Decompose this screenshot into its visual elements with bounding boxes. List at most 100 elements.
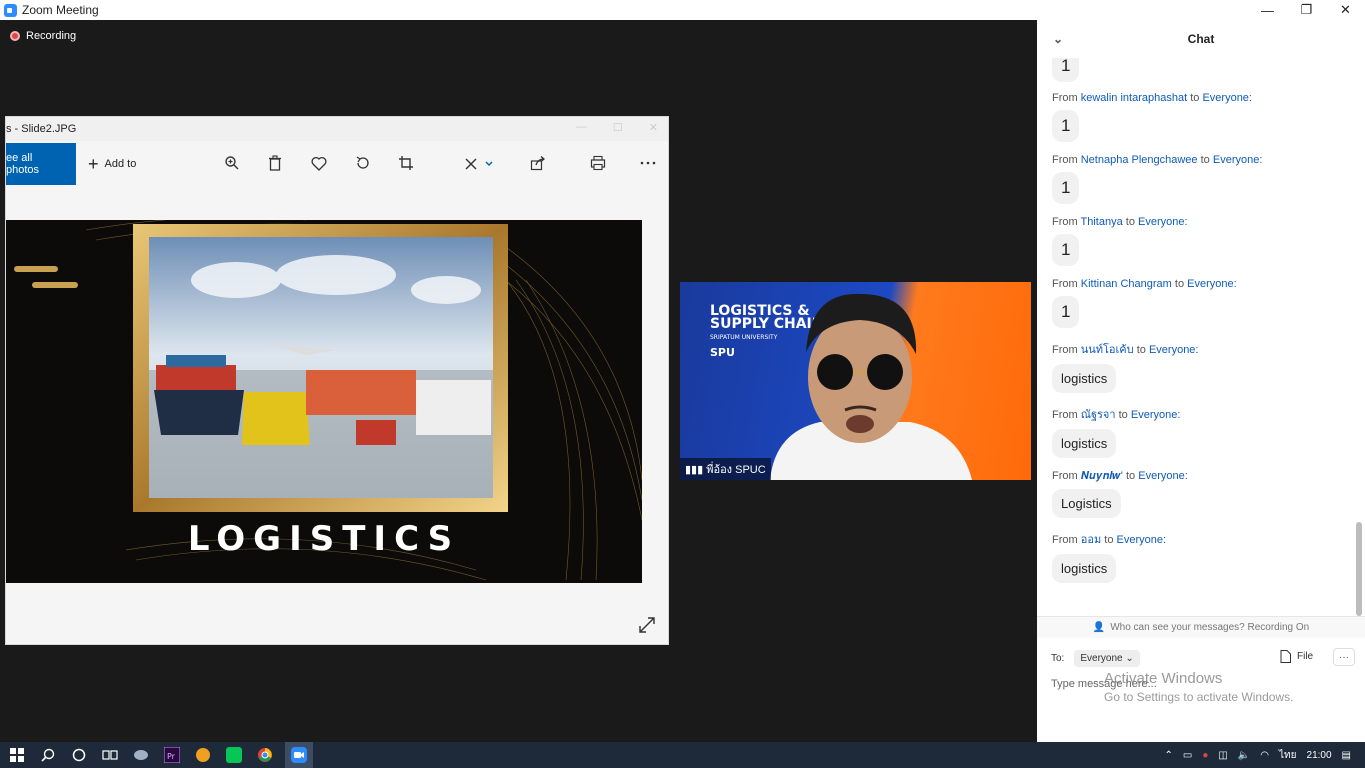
delete-icon[interactable] (265, 153, 285, 173)
taskbar: Pr ⌃ ▭ ● ◫ 🔈 ◠ ไทย 21:00 ▤ (0, 742, 1365, 768)
chat-sender-line: From ณัฐรจา to Everyone: (1052, 409, 1181, 421)
slide-title: LOGISTICS (188, 519, 460, 559)
recording-indicator[interactable]: Recording (10, 30, 76, 42)
chevron-down-icon: ⌄ (1125, 653, 1134, 664)
chat-sender[interactable]: ออม (1081, 534, 1101, 546)
chat-sender-line: From Thitanya to Everyone: (1052, 216, 1188, 228)
chat-title: Chat (1187, 32, 1215, 46)
chat-sender[interactable]: 𝑵𝒖𝒚𝒏𝒍𝒘' (1081, 470, 1123, 482)
chat-bubble: logistics (1052, 554, 1117, 583)
search-icon[interactable] (37, 746, 59, 764)
participant-name: ▮▮▮ พี่อ้อง SPUC (680, 458, 771, 480)
chat-header: ⌄ Chat (1037, 20, 1365, 58)
crop-icon[interactable] (396, 153, 416, 173)
app-icon[interactable] (192, 746, 214, 764)
language-indicator[interactable]: ไทย (1279, 748, 1296, 763)
chat-sender[interactable]: Kittinan Changram (1081, 278, 1172, 290)
chat-sender-line: From นนท์โอเค้บ to Everyone: (1052, 344, 1199, 356)
chat-bubble: logistics (1052, 429, 1117, 458)
photos-maximize-icon: ☐ (612, 122, 623, 134)
chat-sender[interactable]: kewalin intaraphashat (1081, 92, 1187, 104)
chat-sender[interactable]: นนท์โอเค้บ (1081, 344, 1134, 356)
signal-bars-icon: ▮▮▮ (685, 464, 707, 476)
chat-sender-line: From Netnapha Plengchawee to Everyone: (1052, 154, 1263, 166)
app-icon[interactable] (130, 746, 152, 764)
chat-sender-line: From kewalin intaraphashat to Everyone: (1052, 92, 1252, 104)
photos-close-icon: ✕ (648, 122, 658, 134)
chat-sender-line: From 𝑵𝒖𝒚𝒏𝒍𝒘' to Everyone: (1052, 470, 1188, 482)
recipient-select[interactable]: Everyone ⌄ (1074, 650, 1140, 667)
battery-icon[interactable]: ▭ (1183, 750, 1192, 761)
chat-bubble: 1 (1052, 58, 1080, 82)
recording-label: Recording (26, 30, 77, 42)
list-item: From Netnapha Plengchawee to Everyone: 1 (1037, 154, 1357, 204)
close-button[interactable]: ✕ (1326, 0, 1365, 20)
list-item: From 𝑵𝒖𝒚𝒏𝒍𝒘' to Everyone: Logistics (1037, 470, 1357, 518)
list-item: From Kittinan Changram to Everyone: 1 (1037, 278, 1357, 328)
zoom-taskbar-icon[interactable] (285, 742, 313, 768)
window-titlebar: Zoom Meeting — ❐ ✕ (0, 0, 1365, 20)
chevron-up-icon[interactable]: ⌃ (1165, 750, 1173, 761)
chat-sender[interactable]: Thitanya (1081, 216, 1123, 228)
clock[interactable]: 21:00 (1307, 750, 1332, 761)
chat-panel: ⌄ Chat 1 From kewalin intaraphashat to E… (1037, 20, 1365, 742)
chat-sender-line: From Kittinan Changram to Everyone: (1052, 278, 1237, 290)
privacy-notice[interactable]: 👤 Who can see your messages? Recording O… (1037, 616, 1365, 638)
add-to-button[interactable]: + Add to (88, 154, 136, 175)
system-tray: ⌃ ▭ ● ◫ 🔈 ◠ ไทย 21:00 ▤ (1160, 742, 1365, 768)
app-tray-icon[interactable]: ● (1202, 750, 1208, 761)
chat-bubble: logistics (1052, 364, 1117, 393)
recording-dot-icon (10, 31, 20, 41)
scrollbar-thumb[interactable] (1356, 522, 1362, 616)
see-all-photos-button[interactable]: ee all photos (6, 143, 76, 185)
chat-sender[interactable]: Netnapha Plengchawee (1081, 154, 1198, 166)
chat-bubble: 1 (1052, 110, 1080, 142)
participant-video[interactable]: LOGISTICS & SUPPLY CHAIN SRIPATUM UNIVER… (680, 282, 1031, 480)
to-label: To: (1051, 653, 1065, 664)
person-icon: 👤 (1092, 622, 1106, 633)
network-icon[interactable]: ◫ (1218, 750, 1227, 761)
add-to-label: Add to (104, 158, 137, 170)
chat-scrollbar[interactable] (1356, 60, 1362, 616)
volume-icon[interactable]: 🔈 (1238, 750, 1250, 761)
notifications-icon[interactable]: ▤ (1342, 750, 1351, 761)
print-icon[interactable] (588, 153, 608, 173)
wifi-icon[interactable]: ◠ (1260, 750, 1269, 761)
share-icon[interactable] (528, 153, 548, 173)
shared-photos-window: s - Slide2.JPG — ☐ ✕ ee all photos + Add… (5, 116, 669, 645)
banner-line2: SUPPLY CHAIN (710, 316, 823, 332)
chat-messages: 1 From kewalin intaraphashat to Everyone… (1037, 58, 1357, 618)
maximize-button[interactable]: ❐ (1287, 0, 1326, 20)
favorite-icon[interactable] (309, 153, 329, 173)
slide-image: LOGISTICS (6, 220, 642, 583)
minimize-button[interactable]: — (1248, 0, 1287, 20)
list-item: From ออม to Everyone: logistics (1037, 530, 1357, 583)
zoom-logo-icon (4, 3, 17, 17)
premiere-icon[interactable]: Pr (161, 746, 183, 764)
zoom-icon[interactable] (222, 153, 242, 173)
svg-text:Pr: Pr (167, 752, 176, 761)
window-title: Zoom Meeting (22, 3, 99, 17)
rotate-icon[interactable] (353, 153, 373, 173)
photos-titlebar: s - Slide2.JPG — ☐ ✕ (6, 117, 668, 141)
chat-bubble: 1 (1052, 234, 1080, 266)
activate-windows-watermark: Activate Windows Go to Settings to activ… (1104, 670, 1294, 704)
banner-line3: SRIPATUM UNIVERSITY (710, 334, 778, 341)
meeting-stage: Recording s - Slide2.JPG — ☐ ✕ ee all ph… (0, 20, 1037, 742)
chevron-down-icon[interactable]: ⌄ (1053, 32, 1063, 46)
fullscreen-icon[interactable] (638, 616, 656, 634)
edit-create-icon[interactable] (462, 153, 496, 173)
more-options-icon[interactable] (638, 153, 658, 173)
start-icon[interactable] (6, 746, 28, 764)
line-icon[interactable] (223, 746, 245, 764)
chat-sender[interactable]: ณัฐรจา (1081, 409, 1116, 421)
file-button[interactable]: File (1280, 650, 1313, 663)
file-icon (1280, 650, 1291, 663)
chrome-icon[interactable] (254, 746, 276, 764)
list-item: From นนท์โอเค้บ to Everyone: logistics (1037, 340, 1357, 393)
task-view-icon[interactable] (99, 746, 121, 764)
chat-bubble: 1 (1052, 172, 1080, 204)
more-options-button[interactable]: ··· (1333, 648, 1355, 666)
cortana-icon[interactable] (68, 746, 90, 764)
list-item: From kewalin intaraphashat to Everyone: … (1037, 92, 1357, 142)
